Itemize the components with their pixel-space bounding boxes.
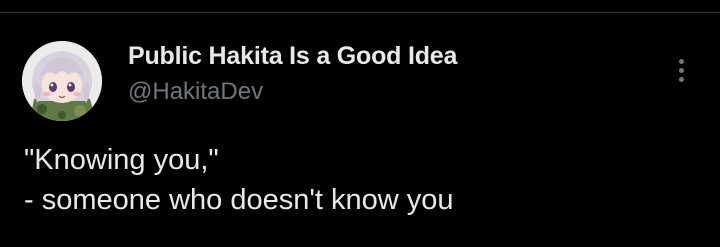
post-text-line: - someone who doesn't know you [24,184,454,216]
author-avatar[interactable] [22,41,102,121]
more-vertical-icon-dot [678,76,684,82]
post-text: "Knowing you," - someone who doesn't kno… [24,140,704,220]
author-handle[interactable]: @HakitaDev [128,77,263,107]
more-vertical-icon-dot [678,67,684,73]
avatar-image [22,41,102,121]
more-options-button[interactable] [664,53,698,87]
author-display-name[interactable]: Public Hakita Is a Good Idea [128,41,457,71]
post-text-line: "Knowing you," [24,144,219,176]
more-vertical-icon [678,58,684,64]
post[interactable]: Public Hakita Is a Good Idea @HakitaDev … [0,13,720,247]
